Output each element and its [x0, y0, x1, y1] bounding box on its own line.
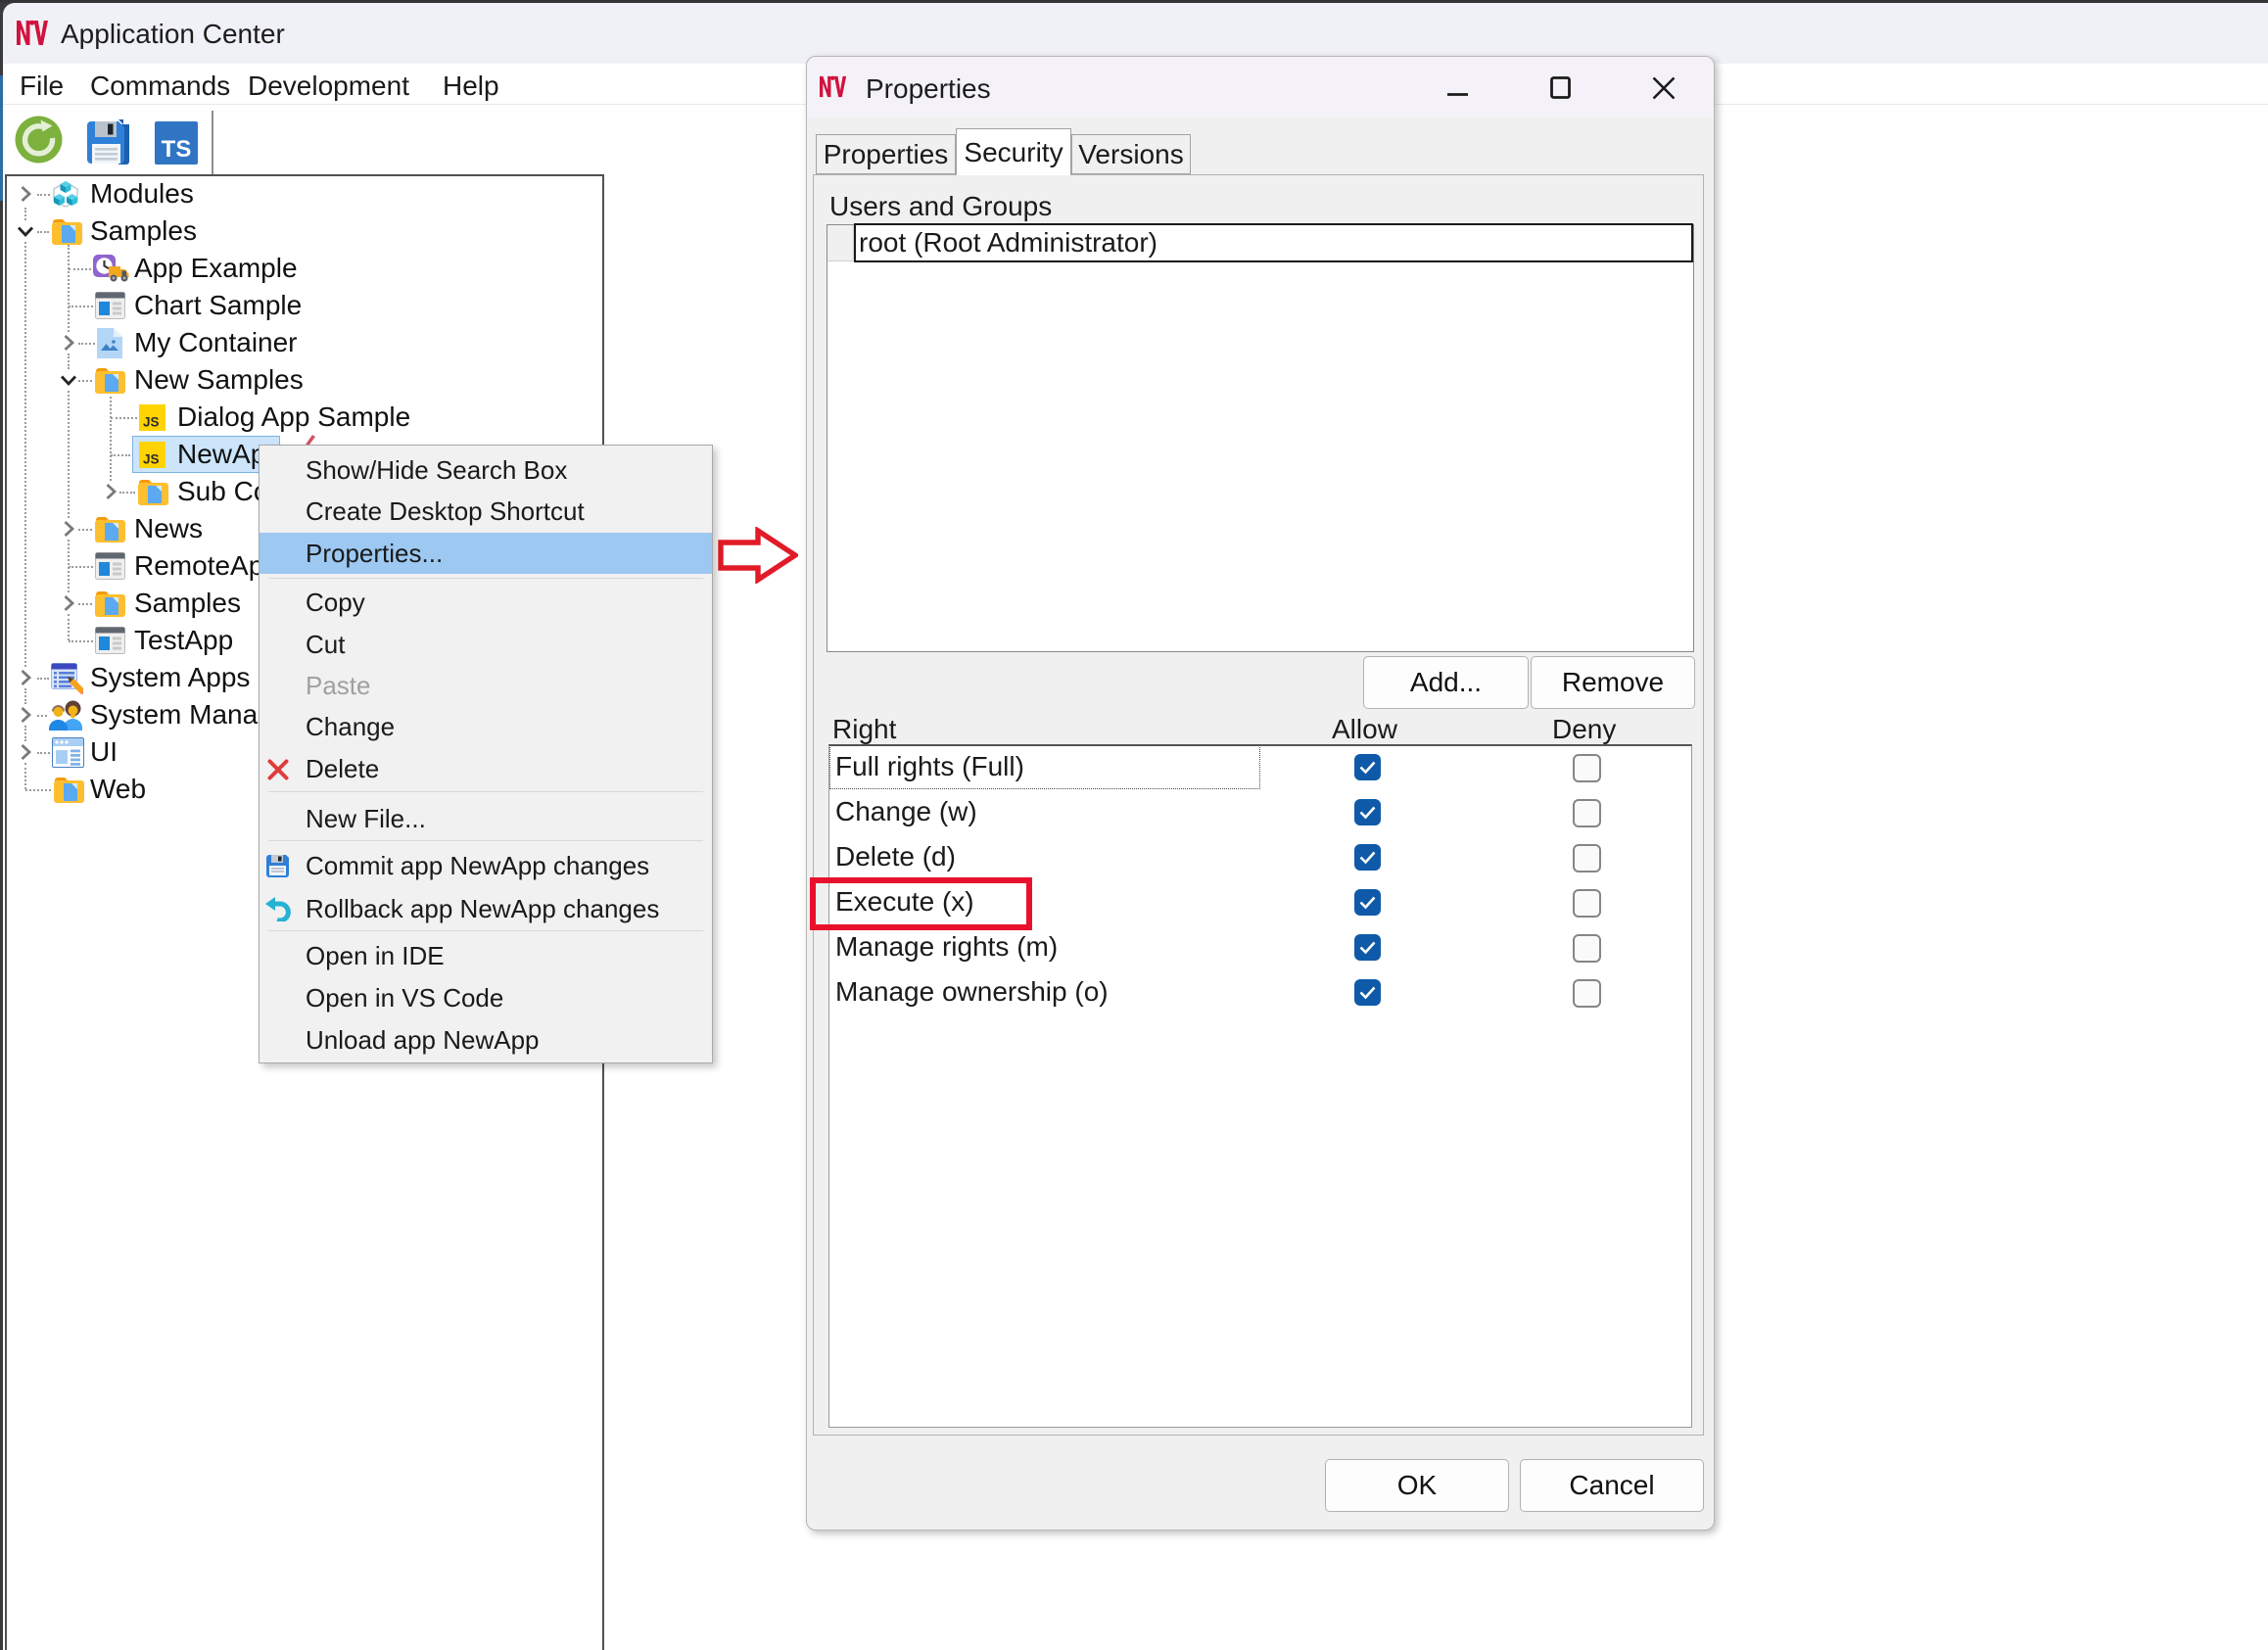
svg-text:TS: TS	[162, 136, 192, 163]
svg-text:JS: JS	[143, 415, 160, 430]
svg-text:JS: JS	[143, 452, 160, 467]
